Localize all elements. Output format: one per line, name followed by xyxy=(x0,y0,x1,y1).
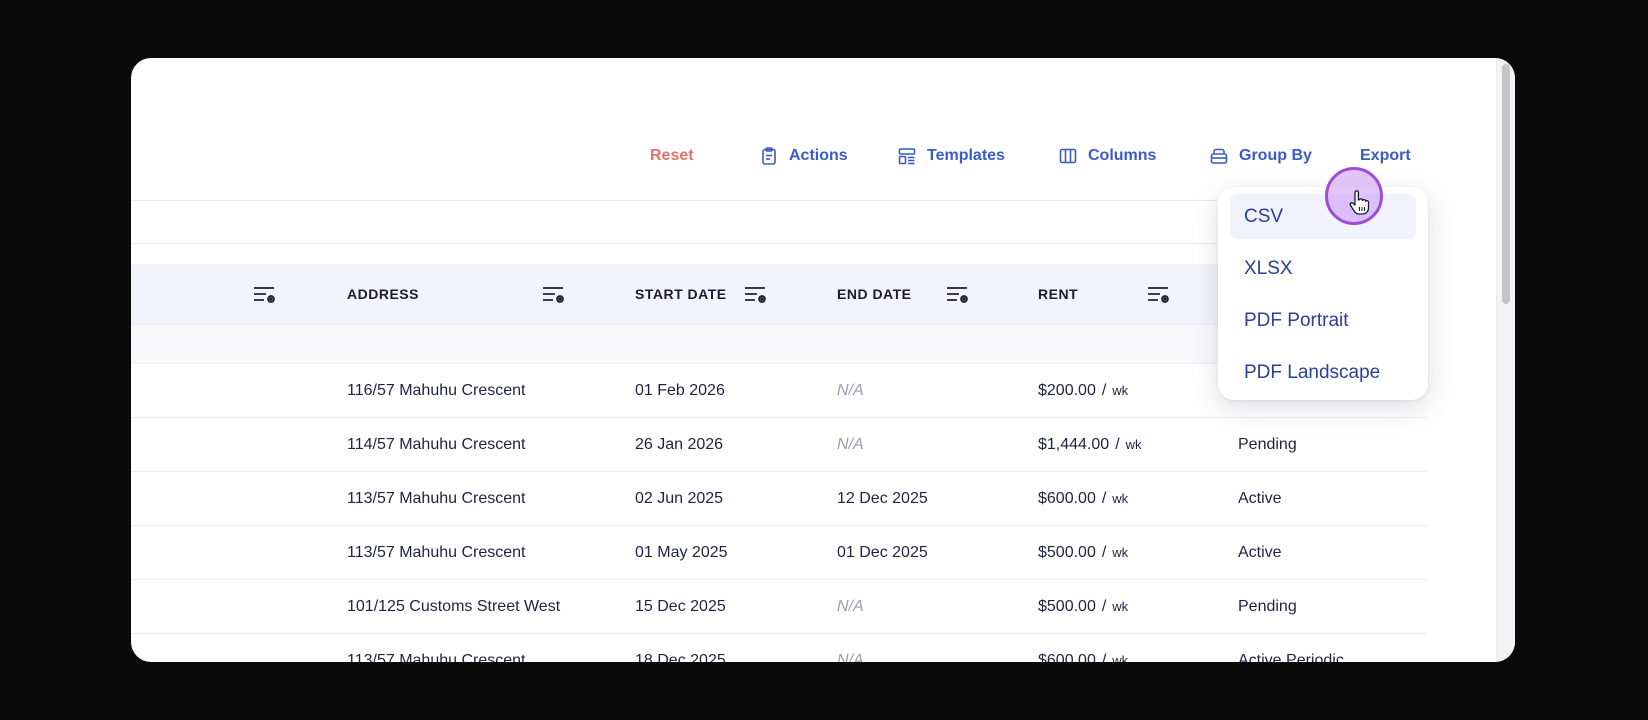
actions-label: Actions xyxy=(789,147,848,164)
cell-end-date: 12 Dec 2025 xyxy=(837,489,928,507)
group-by-label: Group By xyxy=(1239,147,1312,164)
table-body: 116/57 Mahuhu Crescent 01 Feb 2026 N/A $… xyxy=(131,364,1427,662)
cell-address: 101/125 Customs Street West xyxy=(347,597,561,615)
rent-amount: $500.00 xyxy=(1038,597,1096,615)
cell-rent: $1,444.00 / wk xyxy=(1038,418,1142,471)
toolbar: Reset Actions Templates Columns Group By… xyxy=(131,140,1515,172)
table-row[interactable]: 113/57 Mahuhu Crescent 01 May 2025 01 De… xyxy=(131,526,1427,580)
cell-address: 113/57 Mahuhu Crescent xyxy=(347,489,526,507)
cell-status: Pending xyxy=(1238,597,1297,615)
export-dropdown: CSV XLSX PDF Portrait PDF Landscape xyxy=(1218,187,1428,400)
app-window: Reset Actions Templates Columns Group By… xyxy=(131,58,1515,662)
column-header-rent[interactable]: RENT xyxy=(1038,264,1078,324)
export-button[interactable]: Export xyxy=(1360,140,1411,172)
export-option-csv[interactable]: CSV xyxy=(1230,194,1416,239)
rent-unit: wk xyxy=(1112,545,1129,560)
rent-slash: / xyxy=(1101,381,1107,399)
column-header-label: RENT xyxy=(1038,286,1079,302)
cell-status: Pending xyxy=(1238,435,1297,453)
rent-amount: $200.00 xyxy=(1038,381,1096,399)
rent-slash: / xyxy=(1101,597,1107,615)
export-option-pdf-landscape[interactable]: PDF Landscape xyxy=(1230,350,1416,395)
column-filter-icon[interactable] xyxy=(743,284,769,306)
export-option-pdf-portrait[interactable]: PDF Portrait xyxy=(1230,298,1416,343)
cell-rent: $600.00 / wk xyxy=(1038,634,1129,663)
table-row[interactable]: 113/57 Mahuhu Crescent 18 Dec 2025 N/A $… xyxy=(131,634,1427,663)
column-header-label: START DATE xyxy=(635,286,727,302)
cell-start-date: 26 Jan 2026 xyxy=(635,435,724,453)
column-header-label: END DATE xyxy=(837,286,912,302)
column-filter-icon[interactable] xyxy=(252,284,278,306)
cell-start-date: 01 May 2025 xyxy=(635,543,728,561)
cell-address: 113/57 Mahuhu Crescent xyxy=(347,543,526,561)
columns-icon xyxy=(1059,148,1077,164)
cell-end-date: N/A xyxy=(837,435,864,453)
rent-amount: $600.00 xyxy=(1038,489,1096,507)
cell-start-date: 15 Dec 2025 xyxy=(635,597,726,615)
cell-status: Active xyxy=(1238,489,1282,507)
rent-slash: / xyxy=(1101,543,1107,561)
cell-end-date: N/A xyxy=(837,597,864,615)
column-filter-icon[interactable] xyxy=(541,284,567,306)
clipboard-icon xyxy=(762,147,776,165)
rent-slash: / xyxy=(1101,651,1107,663)
column-filter-icon[interactable] xyxy=(945,284,971,306)
cell-rent: $500.00 / wk xyxy=(1038,580,1128,633)
rent-amount: $1,444.00 xyxy=(1038,435,1110,453)
reset-label: Reset xyxy=(650,147,694,164)
rent-unit: wk xyxy=(1112,599,1129,614)
export-label: Export xyxy=(1360,147,1411,164)
cell-start-date: 18 Dec 2025 xyxy=(635,651,726,663)
columns-label: Columns xyxy=(1088,147,1157,164)
cell-end-date: 01 Dec 2025 xyxy=(837,543,928,561)
pointer-hand-icon xyxy=(1349,190,1370,215)
cell-address: 113/57 Mahuhu Crescent xyxy=(347,651,526,663)
actions-button[interactable]: Actions xyxy=(759,140,848,172)
cell-address: 116/57 Mahuhu Crescent xyxy=(347,381,526,399)
table-row[interactable]: 101/125 Customs Street West 15 Dec 2025 … xyxy=(131,580,1427,634)
cell-status: Active xyxy=(1238,543,1282,561)
vertical-scrollbar[interactable] xyxy=(1496,58,1515,662)
reset-button[interactable]: Reset xyxy=(650,140,694,172)
cell-address: 114/57 Mahuhu Crescent xyxy=(347,435,526,453)
rent-amount: $600.00 xyxy=(1038,651,1096,663)
column-header-start-date[interactable]: START DATE xyxy=(635,264,727,324)
table-row[interactable]: 113/57 Mahuhu Crescent 02 Jun 2025 12 De… xyxy=(131,472,1427,526)
rent-unit: wk xyxy=(1125,437,1142,452)
cell-status: Active Periodic xyxy=(1238,651,1344,663)
rent-unit: wk xyxy=(1112,491,1129,506)
rent-slash: / xyxy=(1101,489,1107,507)
rent-unit: wk xyxy=(1112,383,1129,398)
columns-button[interactable]: Columns xyxy=(1058,140,1156,172)
column-filter-icon[interactable] xyxy=(1146,284,1172,306)
column-header-address[interactable]: ADDRESS xyxy=(347,264,419,324)
rent-slash: / xyxy=(1115,435,1120,453)
group-by-button[interactable]: Group By xyxy=(1209,140,1312,172)
cell-start-date: 02 Jun 2025 xyxy=(635,489,724,507)
cell-start-date: 01 Feb 2026 xyxy=(635,381,725,399)
column-header-label: ADDRESS xyxy=(347,286,419,302)
export-option-xlsx[interactable]: XLSX xyxy=(1230,246,1416,291)
template-layout-icon xyxy=(898,148,916,165)
scrollbar-thumb[interactable] xyxy=(1502,64,1510,304)
rent-amount: $500.00 xyxy=(1038,543,1096,561)
cell-end-date: N/A xyxy=(837,381,864,399)
cell-rent: $200.00 / wk xyxy=(1038,364,1128,417)
cell-rent: $600.00 / wk xyxy=(1038,472,1128,525)
stack-icon xyxy=(1210,148,1228,164)
rent-unit: wk xyxy=(1112,653,1129,662)
cell-rent: $500.00 / wk xyxy=(1038,526,1128,579)
table-row[interactable]: 114/57 Mahuhu Crescent 26 Jan 2026 N/A $… xyxy=(131,418,1427,472)
templates-label: Templates xyxy=(927,147,1005,164)
column-header-end-date[interactable]: END DATE xyxy=(837,264,912,324)
cell-end-date: N/A xyxy=(837,651,864,663)
templates-button[interactable]: Templates xyxy=(897,140,1005,172)
